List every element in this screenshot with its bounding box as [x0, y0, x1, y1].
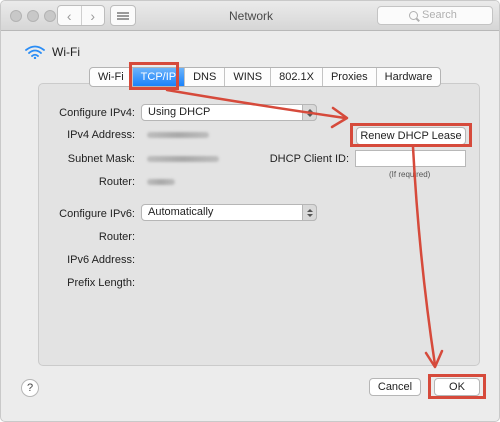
- prefix-length-label: Prefix Length:: [67, 277, 135, 289]
- dhcp-client-id-input[interactable]: [355, 150, 466, 167]
- ipv6-router-label: Router:: [98, 231, 135, 243]
- popup-stepper-icon: [302, 204, 317, 221]
- tab-proxies[interactable]: Proxies: [323, 68, 377, 86]
- tab-hardware[interactable]: Hardware: [377, 68, 441, 86]
- configure-ipv4-label: Configure IPv4:: [59, 107, 135, 119]
- ipv4-address-label: IPv4 Address:: [67, 129, 135, 141]
- subnet-mask-label: Subnet Mask:: [67, 153, 135, 165]
- search-field[interactable]: Search: [377, 6, 493, 25]
- ipv4-address-value-redacted: [147, 132, 209, 138]
- ipv6-address-label: IPv6 Address:: [67, 254, 135, 266]
- tcpip-tab-highlight: [129, 62, 179, 90]
- ok-button-highlight: [428, 374, 486, 399]
- search-placeholder: Search: [422, 9, 457, 21]
- cancel-button[interactable]: Cancel: [369, 378, 421, 396]
- wifi-icon: [25, 45, 45, 59]
- configure-ipv4-popup[interactable]: Using DHCP: [141, 104, 317, 121]
- help-icon[interactable]: ?: [21, 379, 39, 397]
- configure-ipv4-value: Using DHCP: [148, 106, 211, 118]
- client-id-hint: (If required): [389, 170, 431, 179]
- ipv4-router-value-redacted: [147, 179, 175, 185]
- ipv4-router-label: Router:: [98, 176, 135, 188]
- tab-dns[interactable]: DNS: [185, 68, 226, 86]
- interface-name: Wi-Fi: [52, 45, 80, 59]
- tab-wins[interactable]: WINS: [225, 68, 272, 86]
- configure-ipv6-value: Automatically: [148, 206, 214, 218]
- configure-ipv6-popup[interactable]: Automatically: [141, 204, 317, 221]
- configure-ipv6-label: Configure IPv6:: [59, 208, 135, 220]
- subnet-mask-value-redacted: [147, 156, 219, 162]
- tab-wifi[interactable]: Wi-Fi: [90, 68, 133, 86]
- title-bar: ‹ › Network Search: [1, 1, 499, 31]
- search-icon: [409, 11, 418, 20]
- renew-button-highlight: [350, 123, 472, 147]
- tab-8021x[interactable]: 802.1X: [271, 68, 323, 86]
- dhcp-client-id-label: DHCP Client ID:: [269, 153, 349, 165]
- popup-stepper-icon: [302, 104, 317, 121]
- network-window: ‹ › Network Search Wi-Fi Wi-Fi TCP/IP DN…: [0, 0, 500, 422]
- interface-header: Wi-Fi: [25, 45, 80, 59]
